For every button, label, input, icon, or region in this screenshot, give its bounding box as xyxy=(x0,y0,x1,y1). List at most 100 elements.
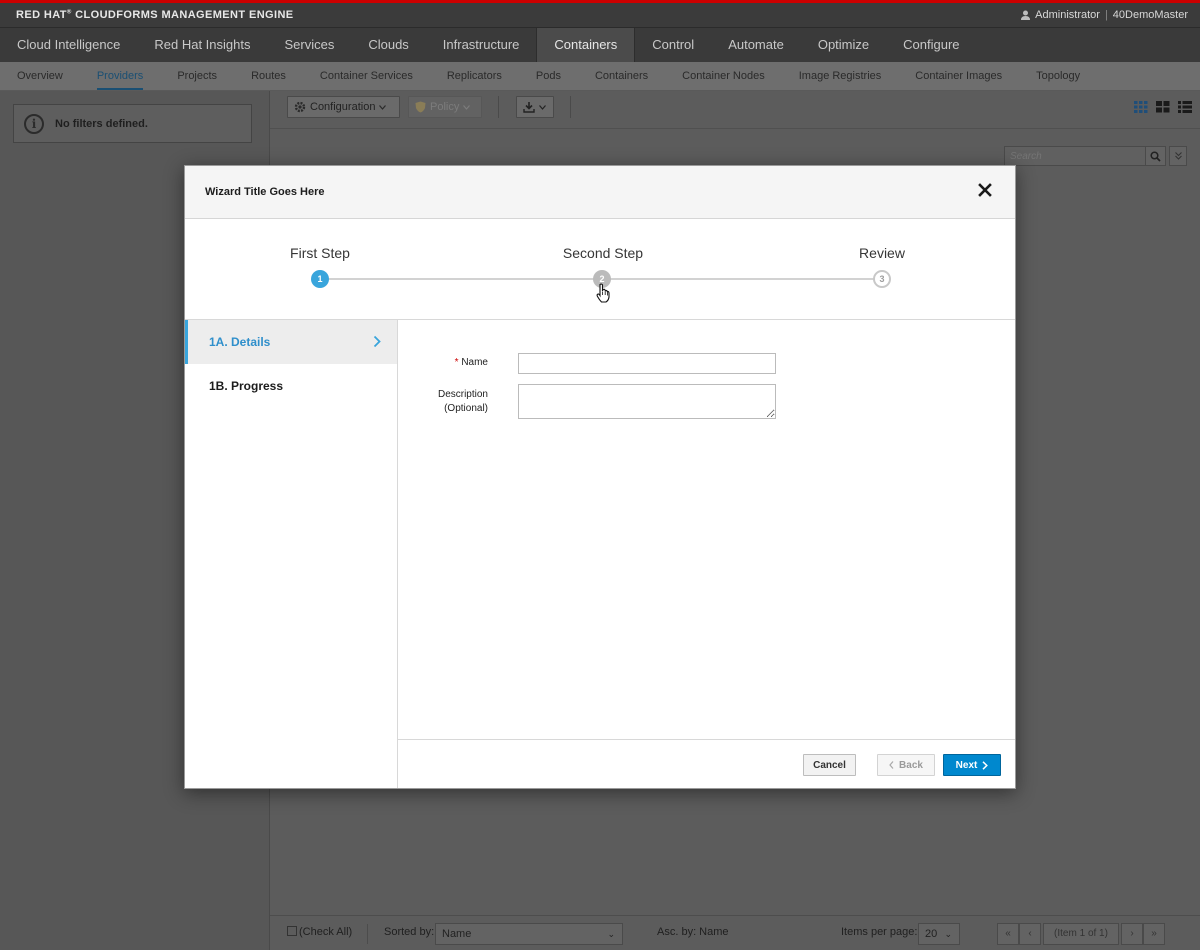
step-indicator-review[interactable]: 3 xyxy=(873,270,891,288)
nav-infrastructure[interactable]: Infrastructure xyxy=(426,28,537,63)
check-all-checkbox[interactable] xyxy=(287,926,297,936)
chevron-down-icon: ⌄ xyxy=(944,929,952,939)
chevron-right-icon xyxy=(373,335,381,348)
brand-logo[interactable]: RED HAT® CLOUDFORMS MANAGEMENT ENGINE xyxy=(16,9,294,21)
wizard-footer: Cancel Back Next xyxy=(398,739,1015,788)
step-label-second[interactable]: Second Step xyxy=(563,245,643,261)
subnav-routes[interactable]: Routes xyxy=(234,62,303,91)
primary-nav: Cloud Intelligence Red Hat Insights Serv… xyxy=(0,27,1200,63)
nav-services[interactable]: Services xyxy=(267,28,351,63)
items-per-page-select[interactable]: 20 ⌄ xyxy=(918,923,960,945)
subnav-image-registries[interactable]: Image Registries xyxy=(782,62,899,91)
chevron-right-icon xyxy=(982,760,989,770)
substep-progress[interactable]: 1B. Progress xyxy=(185,364,397,408)
nav-cloud-intelligence[interactable]: Cloud Intelligence xyxy=(0,28,137,63)
double-chevron-down-icon xyxy=(1174,152,1182,160)
masthead: RED HAT® CLOUDFORMS MANAGEMENT ENGINE Ad… xyxy=(0,0,1200,27)
name-field[interactable] xyxy=(518,353,776,374)
close-icon[interactable] xyxy=(977,182,993,198)
download-button[interactable] xyxy=(516,96,554,118)
search-icon xyxy=(1150,150,1161,162)
brand-product: CLOUDFORMS MANAGEMENT ENGINE xyxy=(75,9,294,21)
subnav-container-nodes[interactable]: Container Nodes xyxy=(665,62,782,91)
substep-details[interactable]: 1A. Details xyxy=(185,320,397,364)
nav-red-hat-insights[interactable]: Red Hat Insights xyxy=(137,28,267,63)
search-input[interactable] xyxy=(1004,146,1146,166)
items-per-page-label: Items per page: xyxy=(841,926,918,938)
nav-optimize[interactable]: Optimize xyxy=(801,28,886,63)
modal-title: Wizard Title Goes Here xyxy=(205,186,325,198)
configuration-label: Configuration xyxy=(310,101,376,113)
modal-header: Wizard Title Goes Here xyxy=(185,166,1015,219)
chevron-down-icon xyxy=(379,104,387,110)
last-page-button[interactable]: » xyxy=(1143,923,1165,945)
subnav-containers[interactable]: Containers xyxy=(578,62,665,91)
check-all[interactable]: (Check All) xyxy=(287,926,352,938)
toolbar-divider xyxy=(498,96,499,118)
nav-clouds[interactable]: Clouds xyxy=(351,28,425,63)
grid-view-icon[interactable] xyxy=(1134,101,1148,113)
brand-name: RED HAT xyxy=(16,9,67,21)
policy-button[interactable]: Policy xyxy=(408,96,482,118)
wizard-steps: First Step 1 Second Step 2 Review 3 xyxy=(185,219,1015,320)
subnav-container-services[interactable]: Container Services xyxy=(303,62,430,91)
back-label: Back xyxy=(899,759,923,771)
next-label: Next xyxy=(955,759,978,771)
user-menu[interactable]: Administrator | 40DemoMaster xyxy=(1021,9,1188,21)
cancel-label: Cancel xyxy=(813,759,846,771)
step-label-first[interactable]: First Step xyxy=(290,245,350,261)
name-label: * Name xyxy=(436,356,488,370)
policy-label: Policy xyxy=(430,101,460,113)
secondary-nav: Overview Providers Projects Routes Conta… xyxy=(0,62,1200,91)
required-mark: * xyxy=(454,357,459,368)
filter-status-text: No filters defined. xyxy=(55,117,148,130)
description-optional-text: (Optional) xyxy=(444,403,488,414)
cancel-button[interactable]: Cancel xyxy=(803,754,856,776)
items-per-page-value: 20 xyxy=(925,928,938,940)
name-label-text: Name xyxy=(461,357,488,368)
nav-automate[interactable]: Automate xyxy=(711,28,801,63)
wizard-substeps: 1A. Details 1B. Progress xyxy=(185,320,398,788)
chevron-left-icon xyxy=(889,761,894,769)
nav-containers[interactable]: Containers xyxy=(536,28,636,63)
subnav-pods[interactable]: Pods xyxy=(519,62,578,91)
brand-mark: ® xyxy=(66,9,72,16)
nav-configure[interactable]: Configure xyxy=(886,28,976,63)
page-info: (Item 1 of 1) xyxy=(1043,923,1119,945)
subnav-replicators[interactable]: Replicators xyxy=(430,62,519,91)
toolbar: Configuration Policy xyxy=(270,91,1200,129)
list-view-icon[interactable] xyxy=(1178,101,1192,113)
subnav-topology[interactable]: Topology xyxy=(1019,62,1097,91)
subnav-container-images[interactable]: Container Images xyxy=(898,62,1019,91)
next-button[interactable]: Next xyxy=(943,754,1001,776)
download-icon xyxy=(523,101,535,113)
gear-icon xyxy=(294,101,306,113)
substep-details-label: 1A. Details xyxy=(209,335,271,349)
subnav-providers[interactable]: Providers xyxy=(80,62,160,91)
next-page-button[interactable]: › xyxy=(1121,923,1143,945)
tile-view-icon[interactable] xyxy=(1156,101,1170,113)
shield-icon xyxy=(415,101,426,113)
description-field[interactable] xyxy=(518,384,776,419)
search-button[interactable] xyxy=(1146,146,1166,166)
description-label-text: Description xyxy=(437,389,488,400)
back-button[interactable]: Back xyxy=(877,754,935,776)
chevron-down-icon xyxy=(539,104,546,110)
previous-page-button[interactable]: ‹ xyxy=(1019,923,1041,945)
pagination-bar: (Check All) Sorted by: Name ⌄ Asc. by: N… xyxy=(270,915,1200,950)
view-switcher xyxy=(1134,101,1192,113)
server-name: 40DemoMaster xyxy=(1112,9,1188,21)
subnav-projects[interactable]: Projects xyxy=(160,62,234,91)
nav-control[interactable]: Control xyxy=(635,28,711,63)
configuration-button[interactable]: Configuration xyxy=(287,96,400,118)
step-label-review[interactable]: Review xyxy=(859,245,905,261)
toolbar-divider xyxy=(570,96,571,118)
advanced-search-button[interactable] xyxy=(1169,146,1187,166)
sort-order-link[interactable]: Asc. by: Name xyxy=(657,926,729,938)
search-bar xyxy=(1004,146,1187,166)
wizard-form: * Name Description (Optional) xyxy=(398,320,1015,739)
first-page-button[interactable]: « xyxy=(997,923,1019,945)
step-indicator-first[interactable]: 1 xyxy=(311,270,329,288)
sort-select[interactable]: Name ⌄ xyxy=(435,923,623,945)
subnav-overview[interactable]: Overview xyxy=(0,62,80,91)
